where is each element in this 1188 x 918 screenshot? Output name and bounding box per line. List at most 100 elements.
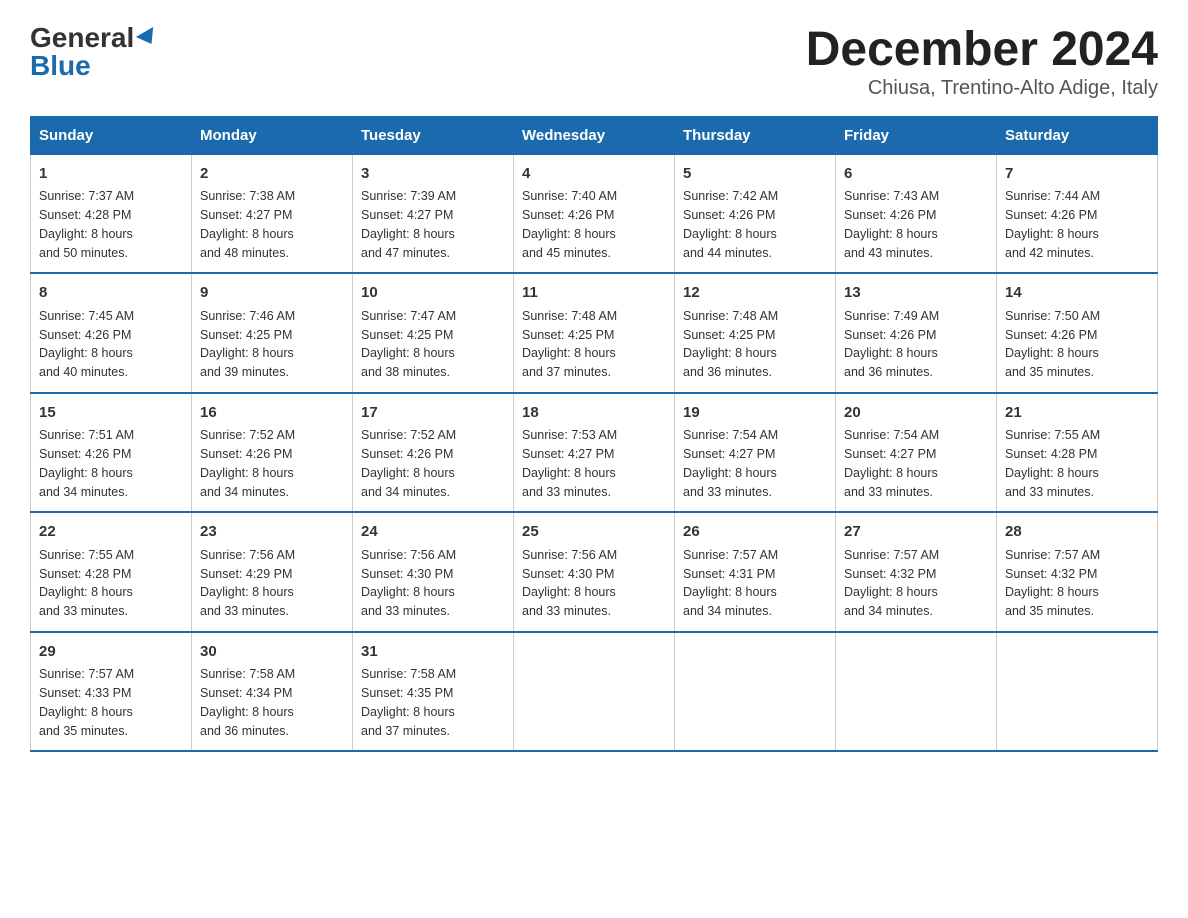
calendar-table: Sunday Monday Tuesday Wednesday Thursday… (30, 116, 1158, 753)
col-monday: Monday (192, 116, 353, 154)
day-cell: 2Sunrise: 7:38 AMSunset: 4:27 PMDaylight… (192, 154, 353, 273)
day-info: Sunrise: 7:58 AMSunset: 4:35 PMDaylight:… (361, 667, 456, 737)
week-row: 15 Sunrise: 7:51 AMSunset: 4:26 PMDayligh… (31, 393, 1158, 513)
logo-triangle-icon (136, 27, 160, 49)
day-info: Sunrise: 7:57 AMSunset: 4:32 PMDaylight:… (1005, 548, 1100, 618)
week-row: 29 Sunrise: 7:57 AMSunset: 4:33 PMDayligh… (31, 632, 1158, 752)
day-number: 26 (683, 521, 827, 544)
day-number: 23 (200, 521, 344, 544)
day-cell: 5 Sunrise: 7:42 AMSunset: 4:26 PMDaylight… (675, 154, 836, 273)
day-number: 10 (361, 282, 505, 305)
day-cell: 31 Sunrise: 7:58 AMSunset: 4:35 PMDayligh… (353, 632, 514, 752)
day-number: 5 (683, 163, 827, 186)
day-cell: 26 Sunrise: 7:57 AMSunset: 4:31 PMDayligh… (675, 512, 836, 632)
day-cell: 19 Sunrise: 7:54 AMSunset: 4:27 PMDayligh… (675, 393, 836, 513)
day-cell (997, 632, 1158, 752)
day-info: Sunrise: 7:38 AMSunset: 4:27 PMDaylight:… (200, 189, 295, 259)
day-cell: 13 Sunrise: 7:49 AMSunset: 4:26 PMDayligh… (836, 273, 997, 393)
week-row: 22Sunrise: 7:55 AMSunset: 4:28 PMDayligh… (31, 512, 1158, 632)
day-info: Sunrise: 7:51 AMSunset: 4:26 PMDaylight:… (39, 428, 134, 498)
week-row: 8Sunrise: 7:45 AMSunset: 4:26 PMDaylight… (31, 273, 1158, 393)
day-cell: 25 Sunrise: 7:56 AMSunset: 4:30 PMDayligh… (514, 512, 675, 632)
day-number: 6 (844, 163, 988, 186)
day-number: 25 (522, 521, 666, 544)
day-info: Sunrise: 7:50 AMSunset: 4:26 PMDaylight:… (1005, 309, 1100, 379)
location-subtitle: Chiusa, Trentino-Alto Adige, Italy (806, 77, 1158, 100)
day-info: Sunrise: 7:39 AMSunset: 4:27 PMDaylight:… (361, 189, 456, 259)
day-cell: 17Sunrise: 7:52 AMSunset: 4:26 PMDayligh… (353, 393, 514, 513)
day-number: 21 (1005, 402, 1149, 425)
logo-blue-text: Blue (30, 52, 91, 80)
day-cell: 14 Sunrise: 7:50 AMSunset: 4:26 PMDayligh… (997, 273, 1158, 393)
header-row: Sunday Monday Tuesday Wednesday Thursday… (31, 116, 1158, 154)
day-info: Sunrise: 7:48 AMSunset: 4:25 PMDaylight:… (683, 309, 778, 379)
day-number: 4 (522, 163, 666, 186)
day-info: Sunrise: 7:52 AMSunset: 4:26 PMDaylight:… (200, 428, 295, 498)
day-cell: 29 Sunrise: 7:57 AMSunset: 4:33 PMDayligh… (31, 632, 192, 752)
day-number: 20 (844, 402, 988, 425)
day-cell: 9 Sunrise: 7:46 AMSunset: 4:25 PMDaylight… (192, 273, 353, 393)
day-number: 16 (200, 402, 344, 425)
day-cell: 15 Sunrise: 7:51 AMSunset: 4:26 PMDayligh… (31, 393, 192, 513)
day-number: 14 (1005, 282, 1149, 305)
day-number: 3 (361, 163, 505, 186)
day-info: Sunrise: 7:57 AMSunset: 4:31 PMDaylight:… (683, 548, 778, 618)
day-cell: 28 Sunrise: 7:57 AMSunset: 4:32 PMDayligh… (997, 512, 1158, 632)
day-number: 18 (522, 402, 666, 425)
day-cell: 11Sunrise: 7:48 AMSunset: 4:25 PMDayligh… (514, 273, 675, 393)
day-info: Sunrise: 7:57 AMSunset: 4:33 PMDaylight:… (39, 667, 134, 737)
col-thursday: Thursday (675, 116, 836, 154)
day-cell: 16 Sunrise: 7:52 AMSunset: 4:26 PMDayligh… (192, 393, 353, 513)
day-info: Sunrise: 7:49 AMSunset: 4:26 PMDaylight:… (844, 309, 939, 379)
day-cell: 18Sunrise: 7:53 AMSunset: 4:27 PMDayligh… (514, 393, 675, 513)
day-number: 9 (200, 282, 344, 305)
day-cell: 10Sunrise: 7:47 AMSunset: 4:25 PMDayligh… (353, 273, 514, 393)
month-title: December 2024 (806, 24, 1158, 77)
day-number: 28 (1005, 521, 1149, 544)
day-cell: 27 Sunrise: 7:57 AMSunset: 4:32 PMDayligh… (836, 512, 997, 632)
day-number: 15 (39, 402, 183, 425)
day-info: Sunrise: 7:42 AMSunset: 4:26 PMDaylight:… (683, 189, 778, 259)
day-info: Sunrise: 7:55 AMSunset: 4:28 PMDaylight:… (39, 548, 134, 618)
col-saturday: Saturday (997, 116, 1158, 154)
day-info: Sunrise: 7:56 AMSunset: 4:30 PMDaylight:… (361, 548, 456, 618)
day-cell: 3 Sunrise: 7:39 AMSunset: 4:27 PMDaylight… (353, 154, 514, 273)
day-info: Sunrise: 7:57 AMSunset: 4:32 PMDaylight:… (844, 548, 939, 618)
day-info: Sunrise: 7:43 AMSunset: 4:26 PMDaylight:… (844, 189, 939, 259)
day-number: 29 (39, 641, 183, 664)
day-cell: 30Sunrise: 7:58 AMSunset: 4:34 PMDayligh… (192, 632, 353, 752)
day-number: 7 (1005, 163, 1149, 186)
day-cell: 21 Sunrise: 7:55 AMSunset: 4:28 PMDayligh… (997, 393, 1158, 513)
day-number: 31 (361, 641, 505, 664)
col-friday: Friday (836, 116, 997, 154)
day-cell: 23 Sunrise: 7:56 AMSunset: 4:29 PMDayligh… (192, 512, 353, 632)
day-cell (836, 632, 997, 752)
day-info: Sunrise: 7:52 AMSunset: 4:26 PMDaylight:… (361, 428, 456, 498)
day-cell: 7 Sunrise: 7:44 AMSunset: 4:26 PMDaylight… (997, 154, 1158, 273)
day-info: Sunrise: 7:46 AMSunset: 4:25 PMDaylight:… (200, 309, 295, 379)
day-info: Sunrise: 7:56 AMSunset: 4:30 PMDaylight:… (522, 548, 617, 618)
title-block: December 2024 Chiusa, Trentino-Alto Adig… (806, 24, 1158, 100)
calendar-header: Sunday Monday Tuesday Wednesday Thursday… (31, 116, 1158, 154)
day-info: Sunrise: 7:44 AMSunset: 4:26 PMDaylight:… (1005, 189, 1100, 259)
col-wednesday: Wednesday (514, 116, 675, 154)
week-row: 1 Sunrise: 7:37 AMSunset: 4:28 PMDaylight… (31, 154, 1158, 273)
day-number: 1 (39, 163, 183, 186)
day-info: Sunrise: 7:37 AMSunset: 4:28 PMDaylight:… (39, 189, 134, 259)
day-cell: 8Sunrise: 7:45 AMSunset: 4:26 PMDaylight… (31, 273, 192, 393)
col-sunday: Sunday (31, 116, 192, 154)
day-info: Sunrise: 7:54 AMSunset: 4:27 PMDaylight:… (683, 428, 778, 498)
day-cell (514, 632, 675, 752)
day-cell: 12 Sunrise: 7:48 AMSunset: 4:25 PMDayligh… (675, 273, 836, 393)
day-info: Sunrise: 7:58 AMSunset: 4:34 PMDaylight:… (200, 667, 295, 737)
day-number: 12 (683, 282, 827, 305)
day-info: Sunrise: 7:55 AMSunset: 4:28 PMDaylight:… (1005, 428, 1100, 498)
day-cell: 20Sunrise: 7:54 AMSunset: 4:27 PMDayligh… (836, 393, 997, 513)
day-info: Sunrise: 7:45 AMSunset: 4:26 PMDaylight:… (39, 309, 134, 379)
logo-general-text: General (30, 24, 134, 52)
day-info: Sunrise: 7:56 AMSunset: 4:29 PMDaylight:… (200, 548, 295, 618)
day-cell: 24Sunrise: 7:56 AMSunset: 4:30 PMDayligh… (353, 512, 514, 632)
day-number: 13 (844, 282, 988, 305)
day-number: 27 (844, 521, 988, 544)
day-number: 19 (683, 402, 827, 425)
